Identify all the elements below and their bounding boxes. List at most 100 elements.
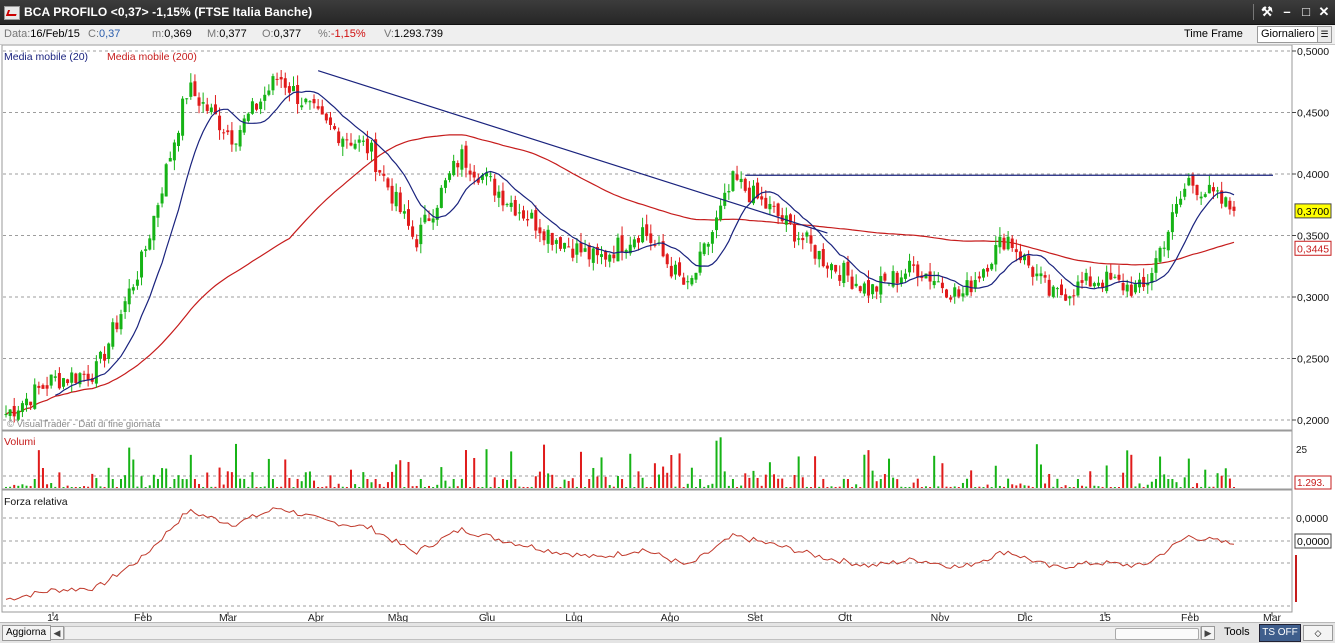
candle-body (998, 236, 1002, 248)
candle-body (209, 107, 213, 113)
volume-bar (658, 474, 661, 488)
volume-bar (933, 455, 936, 488)
aggiorna-button[interactable]: Aggiorna (2, 625, 51, 641)
volume-bar (1146, 484, 1149, 488)
candle-body (505, 204, 509, 206)
candle-body (805, 232, 809, 237)
candle-body (304, 98, 308, 103)
volume-value: 1.293.739 (394, 28, 443, 40)
time-frame-select[interactable]: Giornaliero ☰ (1257, 26, 1332, 43)
chart-svg[interactable]: 0,5000 0,4500 0,4000 0,3500 0,3000 0,2500 0,20… (0, 44, 1335, 624)
candle-body (419, 224, 423, 245)
volume-bar (501, 479, 504, 488)
volume-bar (1216, 473, 1219, 488)
candle-body (1125, 284, 1129, 292)
volume-bar (62, 486, 65, 488)
candle-body (456, 163, 460, 168)
candle-body (255, 103, 259, 110)
candle-body (1133, 284, 1137, 293)
volume-bar (1212, 486, 1215, 488)
volume-bar (510, 451, 513, 488)
volume-bar (826, 486, 829, 488)
candle-body (1129, 284, 1133, 296)
candle-body (1166, 231, 1170, 251)
volume-bar (896, 479, 899, 488)
candle-body (1203, 194, 1207, 197)
volume-bar (662, 466, 665, 488)
candle-body (949, 297, 953, 300)
candle-body (928, 271, 932, 282)
candle-body (111, 322, 115, 347)
volume-bar (349, 469, 352, 488)
horizontal-scrollbar[interactable] (64, 626, 1201, 640)
candle-body (953, 287, 957, 297)
candle-body (37, 385, 41, 388)
volume-bar (834, 487, 837, 488)
window-title: BCA PROFILO <0,37> -1,15% (FTSE Italia B… (24, 5, 313, 19)
candle-body (587, 245, 591, 260)
candle-body (119, 314, 123, 330)
tools-button[interactable]: Tools (1224, 626, 1250, 638)
expand-icon[interactable]: ◇ (1303, 625, 1333, 641)
candle-body (291, 86, 295, 92)
scrollbar-thumb[interactable] (1115, 628, 1199, 640)
candle-body (1109, 272, 1113, 280)
candle-body (1207, 184, 1211, 194)
close-info: C:0,37 (88, 28, 120, 40)
dropdown-arrow-icon[interactable]: ☰ (1317, 27, 1331, 42)
volume-bar (456, 486, 459, 488)
volume-bar (1113, 486, 1116, 488)
tools-icon[interactable]: ⚒ (1259, 4, 1275, 20)
volume-bar (37, 450, 40, 488)
candle-body (546, 229, 550, 244)
volume-bar (588, 478, 591, 488)
volume-bar (181, 478, 184, 488)
date-info: Data:16/Feb/15 (4, 28, 80, 40)
volume-bar (711, 483, 714, 488)
volume-bar (715, 440, 718, 488)
volume-bar (391, 471, 394, 488)
volume-bar (173, 479, 176, 488)
volume-bar (888, 458, 891, 488)
volume-bar (961, 482, 964, 488)
minimize-button[interactable]: – (1279, 4, 1295, 20)
candle-body (333, 126, 337, 130)
maximize-button[interactable]: □ (1298, 4, 1314, 20)
candle-body (226, 130, 230, 133)
volume-bar (649, 486, 652, 488)
volume-bar (608, 484, 611, 488)
candle-body (82, 373, 86, 375)
volume-bar (1101, 486, 1104, 488)
volume-bar (1200, 486, 1203, 488)
x-tick-label: Ott (838, 612, 852, 622)
ts-off-button[interactable]: TS OFF (1259, 624, 1301, 642)
candle-body (858, 286, 862, 292)
high-label: M: (207, 28, 220, 40)
candle-body (4, 414, 8, 416)
price-tick-label: 0,2500 (1297, 354, 1329, 366)
candle-body (579, 242, 583, 253)
candle-body (45, 385, 49, 389)
x-tick-label: Mag (388, 612, 409, 622)
scroll-right-icon[interactable]: ▶ (1201, 626, 1215, 640)
candle-body (1006, 236, 1010, 250)
candle-body (144, 249, 148, 251)
volume-bar (678, 453, 681, 488)
close-button[interactable]: ✕ (1316, 4, 1332, 20)
volume-bar (169, 487, 172, 488)
volume-bar (1154, 478, 1157, 488)
scroll-left-icon[interactable]: ◀ (50, 626, 64, 640)
volume-bar (670, 455, 673, 488)
candle-body (222, 132, 226, 134)
candle-body (1216, 190, 1220, 192)
candle-body (961, 293, 965, 297)
candle-body (501, 190, 505, 206)
candle-body (218, 115, 222, 131)
candle-body (542, 231, 546, 241)
volume-bar (1052, 486, 1055, 488)
volume-bar (596, 476, 599, 488)
chart-area[interactable]: 0,5000 0,4500 0,4000 0,3500 0,3000 0,2500 0,20… (0, 44, 1335, 624)
candle-body (567, 246, 571, 248)
candle-body (468, 170, 472, 175)
candle-body (550, 232, 554, 245)
